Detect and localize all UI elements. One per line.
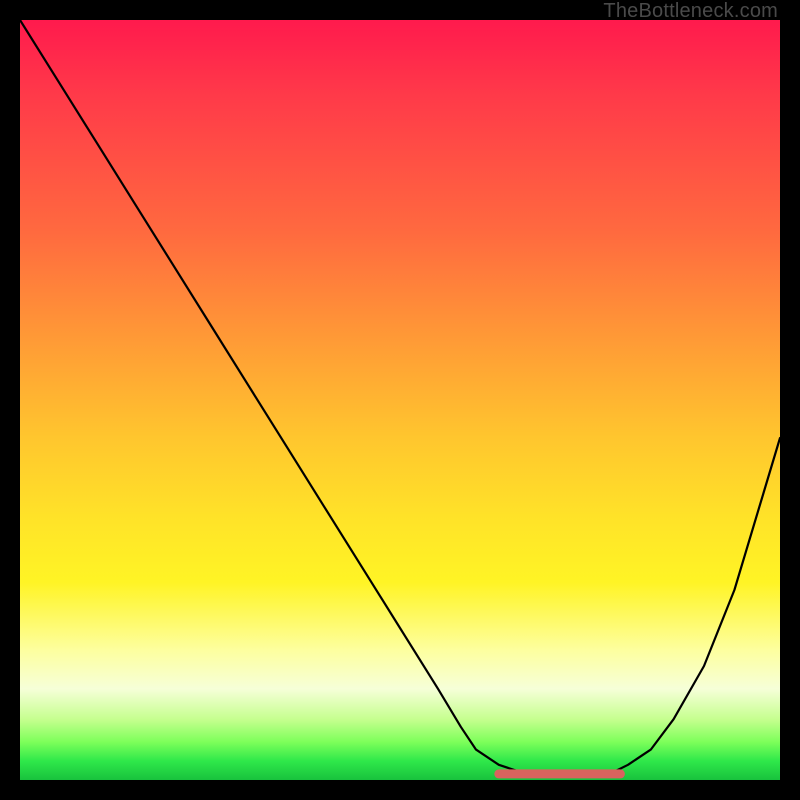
- plot-area: [20, 20, 780, 780]
- bottleneck-curve-svg: [20, 20, 780, 780]
- bottleneck-curve: [20, 20, 780, 776]
- chart-frame: TheBottleneck.com: [0, 0, 800, 800]
